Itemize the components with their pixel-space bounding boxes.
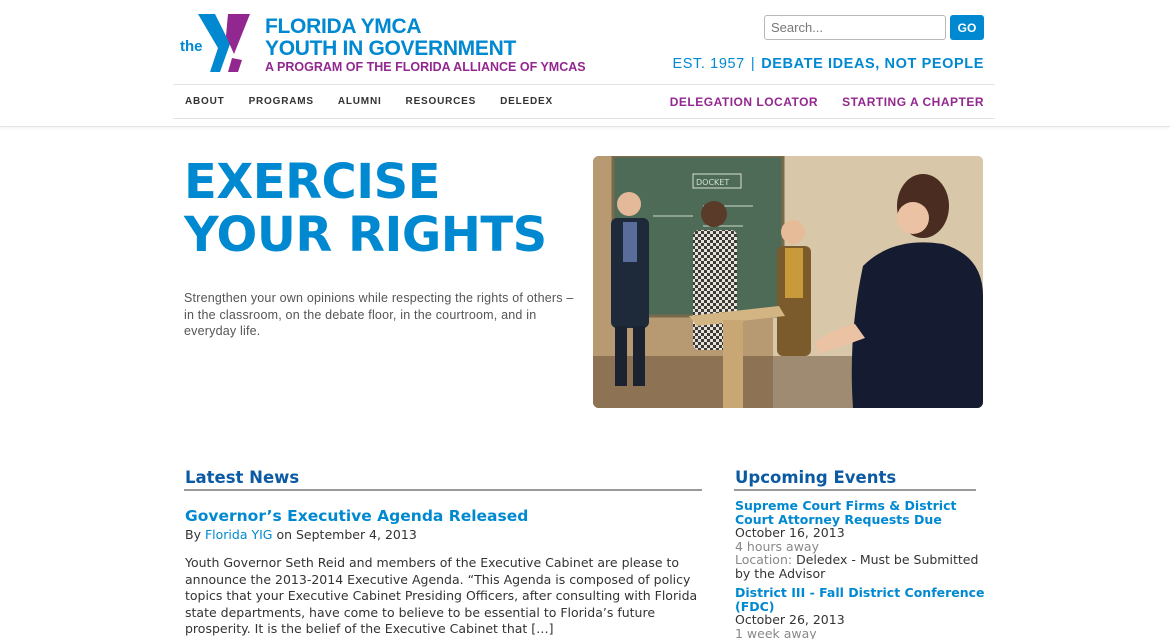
- news-post-date: on September 4, 2013: [276, 527, 417, 542]
- nav-divider-top: [173, 84, 995, 85]
- event-item: District III - Fall District Conference …: [735, 586, 985, 639]
- nav-item-programs[interactable]: PROGRAMS: [249, 96, 314, 107]
- logo-title-line1: FLORIDA YMCA: [265, 15, 422, 38]
- logo-title-line2: YOUTH IN GOVERNMENT: [265, 37, 516, 60]
- news-post-author-link[interactable]: Florida YIG: [205, 527, 273, 542]
- nav-item-delegation-locator[interactable]: DELEGATION LOCATOR: [670, 95, 818, 109]
- nav-item-starting-a-chapter[interactable]: STARTING A CHAPTER: [842, 95, 984, 109]
- ymca-y-logo-icon: [198, 14, 250, 72]
- site-tagline: EST. 1957 | DEBATE IDEAS, NOT PEOPLE: [673, 56, 984, 72]
- hero-description: Strengthen your own opinions while respe…: [184, 291, 574, 338]
- event-date: October 26, 2013: [735, 612, 845, 627]
- news-post-excerpt: Youth Governor Seth Reid and members of …: [185, 555, 698, 636]
- upcoming-events-divider: [734, 489, 976, 491]
- latest-news-heading: Latest News: [185, 468, 300, 487]
- news-post-meta: By Florida YIG on September 4, 2013: [185, 527, 417, 542]
- search-input[interactable]: [764, 15, 946, 40]
- chalkboard-text: DOCKET: [696, 178, 729, 187]
- event-location: Location: Deledex - Must be Submitted by…: [735, 552, 978, 581]
- secondary-nav: DELEGATION LOCATOR STARTING A CHAPTER: [646, 95, 984, 109]
- hero-title: EXERCISE YOUR RIGHTS: [184, 154, 547, 263]
- news-post-by: By: [185, 527, 201, 542]
- event-item: Supreme Court Firms & District Court Att…: [735, 499, 985, 580]
- established-year: EST. 1957: [672, 56, 745, 72]
- hero-photo: DOCKET: [593, 156, 983, 408]
- site-motto: DEBATE IDEAS, NOT PEOPLE: [761, 56, 984, 72]
- upcoming-events-heading: Upcoming Events: [735, 468, 897, 487]
- search-go-button[interactable]: GO: [950, 15, 984, 40]
- nav-divider-bottom: [173, 118, 995, 119]
- site-logo[interactable]: the FLORIDA YMCA YOUTH IN GOVERNMENT A P…: [180, 14, 586, 74]
- event-date: October 16, 2013: [735, 525, 845, 540]
- nav-item-resources[interactable]: RESOURCES: [406, 96, 477, 107]
- nav-item-about[interactable]: ABOUT: [185, 96, 225, 107]
- logo-subtitle: A PROGRAM OF THE FLORIDA ALLIANCE OF YMC…: [265, 60, 586, 74]
- event-title-link[interactable]: Supreme Court Firms & District Court Att…: [735, 499, 985, 526]
- main-nav: ABOUT PROGRAMS ALUMNI RESOURCES DELEDEX: [185, 96, 577, 107]
- tagline-separator: |: [750, 56, 756, 72]
- news-post-title-link[interactable]: Governor’s Executive Agenda Released: [185, 507, 528, 525]
- classroom-debate-image: DOCKET: [593, 156, 983, 408]
- event-title-link[interactable]: District III - Fall District Conference …: [735, 586, 985, 613]
- nav-item-alumni[interactable]: ALUMNI: [338, 96, 382, 107]
- nav-item-deledex[interactable]: DELEDEX: [500, 96, 553, 107]
- latest-news-divider: [184, 489, 702, 491]
- event-relative-time: 4 hours away: [735, 538, 819, 554]
- event-relative-time: 1 week away: [735, 625, 817, 639]
